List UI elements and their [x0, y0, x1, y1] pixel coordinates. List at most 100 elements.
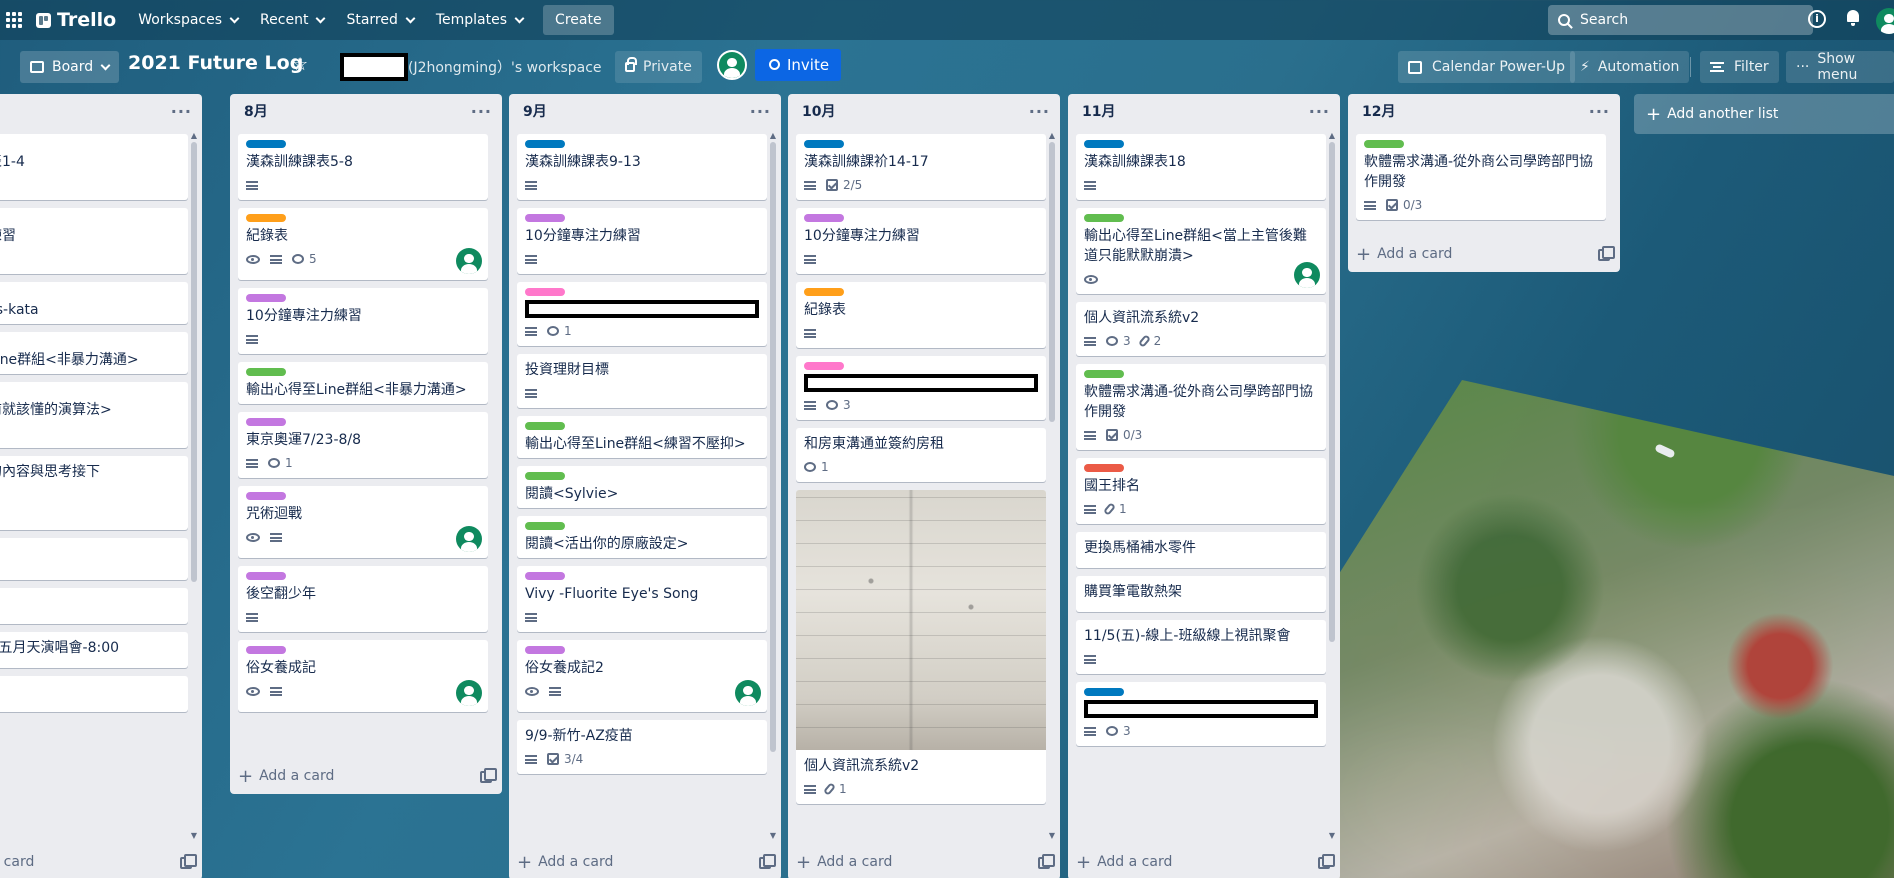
scroll-thumb[interactable] [770, 142, 776, 752]
scroll-thumb[interactable] [1329, 142, 1335, 642]
nav-templates[interactable]: Templates [436, 12, 525, 28]
info-icon[interactable]: i [1808, 10, 1826, 28]
card-label[interactable] [246, 368, 286, 376]
card[interactable]: 訓練課表1-4 [0, 134, 188, 200]
scroll-up-icon[interactable]: ▲ [769, 132, 777, 140]
more-icon[interactable]: ··· [471, 102, 492, 121]
scrollbar[interactable]: ▲ ▼ [1048, 132, 1056, 840]
card-template-icon[interactable] [1038, 854, 1055, 869]
card[interactable]: 輸出心得至Line群組<當上主管後難道只能默默崩潰> [1076, 208, 1326, 294]
card[interactable]: 輸出心得至Line群組<非暴力溝通> [238, 362, 488, 404]
card-label[interactable] [1084, 464, 1124, 472]
star-icon[interactable]: ☆ [292, 54, 308, 75]
nav-workspaces[interactable]: Workspaces [138, 12, 240, 28]
card[interactable]: 漢森訓練課衸14-17 2/5 [796, 134, 1046, 200]
card[interactable]: 3 [796, 356, 1046, 420]
card[interactable]: 到目前的內容與思考接下 方向 1 [0, 456, 188, 530]
card[interactable]: 五)-線上五月天演唱會-8:00 [0, 632, 188, 668]
card-template-icon[interactable] [180, 854, 197, 869]
card-template-icon[interactable] [1598, 246, 1615, 261]
card[interactable]: 閱讀<活出你的原廠設定> [517, 516, 767, 558]
card[interactable]: 10分鐘專注力練習 [238, 288, 488, 354]
card-label[interactable] [246, 140, 286, 148]
invite-button[interactable]: Invite [755, 49, 842, 81]
nav-recent[interactable]: Recent [260, 12, 326, 28]
add-card-button[interactable]: +Add a card [238, 762, 334, 790]
card-label[interactable] [804, 362, 844, 370]
card[interactable]: Vivy -Fluorite Eye's Song [517, 566, 767, 632]
nav-starred[interactable]: Starred [346, 12, 416, 28]
scroll-down-icon[interactable]: ▼ [190, 832, 198, 840]
card[interactable]: 國王排名 1 [1076, 458, 1326, 524]
card-label[interactable] [246, 572, 286, 580]
card[interactable]: 咒術迴戰 [238, 486, 488, 558]
card-label[interactable] [804, 288, 844, 296]
card-label[interactable] [246, 418, 286, 426]
add-list-button[interactable]: + Add another list [1634, 94, 1894, 134]
card[interactable]: 閱讀<Sylvie> [517, 466, 767, 508]
card-label[interactable] [525, 140, 565, 148]
user-avatar[interactable] [1876, 8, 1894, 34]
card[interactable]: 日)-周末 [0, 676, 188, 712]
card[interactable]: 1 [517, 282, 767, 346]
board-title[interactable]: 2021 Future Log [128, 52, 303, 74]
more-icon[interactable]: ··· [1029, 102, 1050, 121]
scroll-down-icon[interactable]: ▼ [769, 832, 777, 840]
card-template-icon[interactable] [1318, 854, 1335, 869]
card-member-avatar[interactable] [456, 526, 482, 552]
app-switcher-icon[interactable] [6, 10, 26, 30]
card-label[interactable] [246, 294, 286, 302]
card-label[interactable] [246, 214, 286, 222]
card-label[interactable] [804, 140, 844, 148]
scroll-up-icon[interactable]: ▲ [1328, 132, 1336, 140]
card-label[interactable] [804, 214, 844, 222]
more-icon[interactable]: ··· [171, 102, 192, 121]
card[interactable]: 紀錄表 [796, 282, 1046, 348]
filter-button[interactable]: Filter [1700, 51, 1779, 83]
card[interactable]: 10分鐘專注力練習 [796, 208, 1046, 274]
card[interactable]: 俗女養成記2 [517, 640, 767, 712]
card-member-avatar[interactable] [456, 248, 482, 274]
card-label[interactable] [1084, 140, 1124, 148]
automation-button[interactable]: ⚡ Automation [1570, 51, 1690, 83]
list-title[interactable]: 11月 [1082, 101, 1115, 121]
calendar-powerup-button[interactable]: Calendar Power-Up [1398, 51, 1576, 83]
card-label[interactable] [525, 214, 565, 222]
add-card-button[interactable]: +Add a card [0, 848, 34, 876]
list-title[interactable]: 9月 [523, 101, 547, 121]
card[interactable]: 個人資訊流系統v2 3 2 [1076, 302, 1326, 356]
show-menu-button[interactable]: ··· Show menu [1786, 51, 1894, 83]
card[interactable]: 專注力練習 [0, 208, 188, 274]
add-card-button[interactable]: +Add a card [1356, 240, 1452, 268]
card[interactable]: 11周末 [0, 588, 188, 624]
board-view-switcher[interactable]: Board [20, 51, 120, 83]
card[interactable]: 心得至Line群組<非暴力溝通> [0, 332, 188, 374]
notification-bell-icon[interactable] [1846, 10, 1860, 26]
card[interactable]: 軟體需求溝通-從外商公司學跨部門協作開發 0/3 [1076, 364, 1326, 450]
card[interactable]: 漢森訓練課表5-8 [238, 134, 488, 200]
workspace-name[interactable]: (J2hongming）'s workspace [408, 57, 602, 77]
card-label[interactable] [525, 522, 565, 530]
card-label[interactable] [525, 572, 565, 580]
create-button[interactable]: Create [543, 5, 614, 35]
visibility-button[interactable]: Private [615, 51, 702, 83]
more-icon[interactable]: ··· [1589, 102, 1610, 121]
card[interactable]: 漢森訓練課表18 [1076, 134, 1326, 200]
card[interactable]: 11/5(五)-線上-班級線上視訊聚會 [1076, 620, 1326, 674]
card[interactable]: 投資理財目標 [517, 354, 767, 408]
card-label[interactable] [525, 646, 565, 654]
card[interactable]: 3 [1076, 682, 1326, 746]
card[interactable]: 活動 [0, 538, 188, 580]
card[interactable]: 輸出心得至Line群組<練習不壓抑> [517, 416, 767, 458]
card-label[interactable] [1084, 688, 1124, 696]
card-template-icon[interactable] [480, 768, 497, 783]
scroll-thumb[interactable] [1049, 142, 1055, 422]
card[interactable]: 俗女養成記 [238, 640, 488, 712]
scroll-down-icon[interactable]: ▼ [1328, 832, 1336, 840]
add-card-button[interactable]: +Add a card [1076, 848, 1172, 876]
card-label[interactable] [1084, 370, 1124, 378]
card[interactable]: 後空翻少年 [238, 566, 488, 632]
list-title[interactable]: 10月 [802, 101, 835, 121]
scrollbar[interactable]: ▲ ▼ [769, 132, 777, 840]
card-label[interactable] [525, 288, 565, 296]
